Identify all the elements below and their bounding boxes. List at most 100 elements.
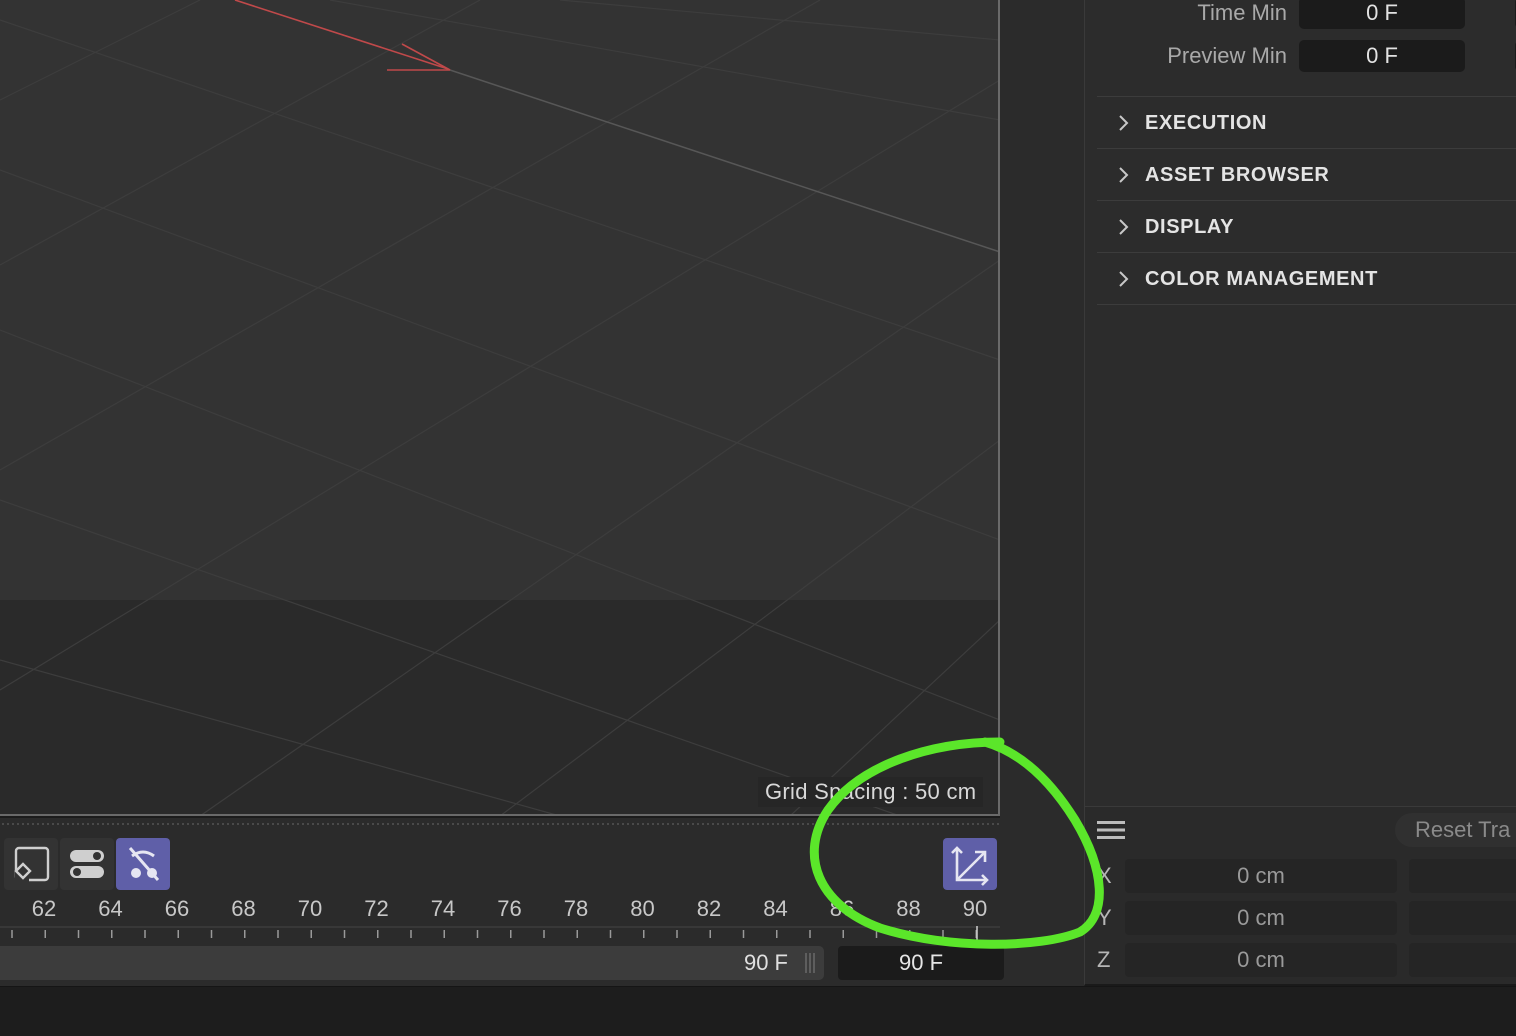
handle-dot: [162, 823, 164, 825]
handle-dot: [977, 823, 979, 825]
handle-dot: [262, 823, 264, 825]
handle-dot: [267, 823, 269, 825]
section-color-management[interactable]: COLOR MANAGEMENT: [1097, 252, 1516, 304]
keyframe-selection-button[interactable]: [4, 838, 58, 890]
handle-dot: [577, 823, 579, 825]
handle-dot: [92, 823, 94, 825]
handle-dot: [142, 823, 144, 825]
handle-dot: [787, 823, 789, 825]
section-display[interactable]: DISPLAY: [1097, 200, 1516, 252]
handle-dot: [582, 823, 584, 825]
handle-dot: [822, 823, 824, 825]
handle-dot: [452, 823, 454, 825]
size-y-field[interactable]: [1409, 901, 1516, 935]
size-z-field[interactable]: [1409, 943, 1516, 977]
handle-dot: [507, 823, 509, 825]
grid-line: [0, 0, 481, 266]
position-z-field[interactable]: 0 cm: [1125, 943, 1397, 977]
handle-dot: [237, 823, 239, 825]
axis-label: Z: [1097, 947, 1111, 972]
x-axis-line: [234, 0, 449, 70]
section-title: DISPLAY: [1145, 216, 1235, 238]
handle-dot: [52, 823, 54, 825]
handle-dot: [777, 823, 779, 825]
position-y-field[interactable]: 0 cm: [1125, 901, 1397, 935]
hamburger-menu-icon[interactable]: [1097, 819, 1125, 841]
frame-tick-label: 84: [763, 896, 788, 921]
handle-dot: [297, 823, 299, 825]
section-execution[interactable]: EXECUTION: [1097, 96, 1516, 148]
handle-dot: [137, 823, 139, 825]
coord-row-x: X 0 cm: [1085, 859, 1516, 893]
handle-dot: [172, 823, 174, 825]
handle-dot: [637, 823, 639, 825]
chevron-right-icon: [1119, 115, 1129, 131]
chevron-right-icon: [1119, 219, 1129, 235]
handle-dot: [427, 823, 429, 825]
handle-dot: [302, 823, 304, 825]
handle-dot: [937, 823, 939, 825]
timeline-panel: 62 64 66 68 70 72 74 76 78 80 82 84 86 88 90 90 F 90 F: [0, 818, 1004, 986]
handle-dot: [227, 823, 229, 825]
panel-resize-handle[interactable]: [0, 820, 1000, 828]
max-frame-field[interactable]: 90 F: [838, 946, 1004, 980]
handle-dot: [712, 823, 714, 825]
range-end-label: 90 F: [743, 950, 788, 975]
handle-dot: [87, 823, 89, 825]
time-min-field[interactable]: 0 F: [1299, 0, 1465, 29]
handle-dot: [942, 823, 944, 825]
preview-min-field[interactable]: 0 F: [1299, 40, 1465, 72]
handle-dot: [687, 823, 689, 825]
frame-tick-label: 64: [98, 896, 123, 921]
handle-dot: [697, 823, 699, 825]
range-grip-icon[interactable]: [804, 953, 816, 973]
handle-dot: [552, 823, 554, 825]
handle-dot: [127, 823, 129, 825]
handle-dot: [12, 823, 14, 825]
f-curve-mode-button[interactable]: [943, 838, 997, 890]
reset-transform-button[interactable]: Reset Tra: [1395, 813, 1516, 847]
handle-dot: [842, 823, 844, 825]
handle-dot: [27, 823, 29, 825]
handle-dot: [702, 823, 704, 825]
handle-dot: [537, 823, 539, 825]
handle-dot: [182, 823, 184, 825]
z-axis-line: [449, 69, 998, 253]
coord-row-y: Y 0 cm: [1085, 901, 1516, 935]
frame-tick-label: 86: [829, 896, 855, 921]
3d-viewport[interactable]: Grid Spacing : 50 cm: [0, 0, 1000, 816]
handle-dot: [392, 823, 394, 825]
grid-line: [0, 0, 201, 101]
preview-range-bar[interactable]: 90 F: [0, 946, 824, 980]
handle-dot: [482, 823, 484, 825]
handle-dot: [442, 823, 444, 825]
handle-dot: [312, 823, 314, 825]
handle-dot: [512, 823, 514, 825]
toggle-switches-button[interactable]: [60, 838, 114, 890]
section-asset-browser[interactable]: ASSET BROWSER: [1097, 148, 1516, 200]
grid-line: [0, 19, 998, 360]
handle-dot: [22, 823, 24, 825]
handle-dot: [167, 823, 169, 825]
handle-dot: [387, 823, 389, 825]
time-min-row: Time Min 0 F: [1085, 0, 1516, 31]
grid-line: [0, 80, 998, 691]
handle-dot: [882, 823, 884, 825]
disable-key-button[interactable]: [116, 838, 170, 890]
handle-dot: [97, 823, 99, 825]
handle-dot: [762, 823, 764, 825]
size-x-field[interactable]: [1409, 859, 1516, 893]
time-min-label: Time Min: [1197, 0, 1287, 25]
handle-dot: [707, 823, 709, 825]
handle-dot: [847, 823, 849, 825]
handle-dot: [222, 823, 224, 825]
handle-dot: [982, 823, 984, 825]
position-x-field[interactable]: 0 cm: [1125, 859, 1397, 893]
toggle-switches-icon: [70, 850, 104, 878]
frame-tick-label: 78: [563, 896, 589, 921]
section-title: EXECUTION: [1145, 112, 1268, 134]
frame-ruler[interactable]: [0, 926, 1000, 942]
handle-dot: [837, 823, 839, 825]
handle-dot: [422, 823, 424, 825]
section-title: COLOR MANAGEMENT: [1145, 268, 1378, 290]
